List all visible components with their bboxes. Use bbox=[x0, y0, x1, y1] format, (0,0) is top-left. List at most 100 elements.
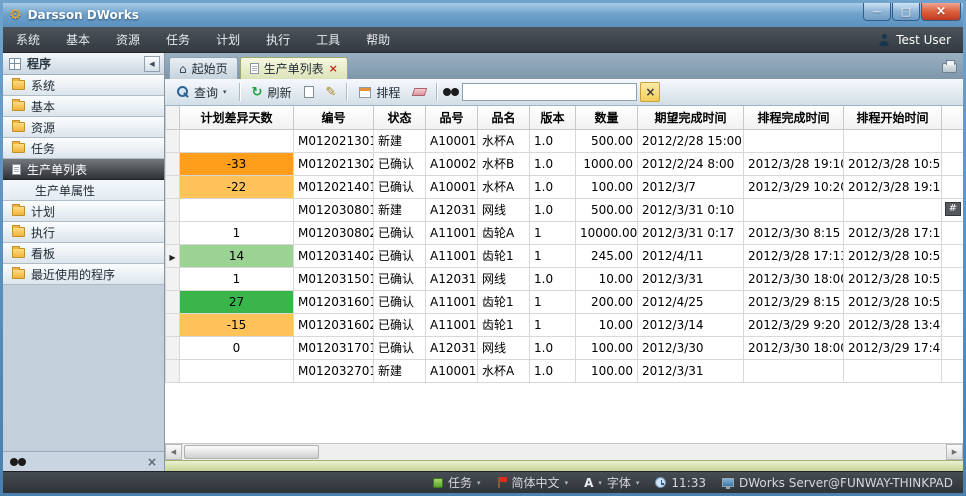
close-button[interactable] bbox=[921, 3, 961, 21]
row-selector[interactable] bbox=[166, 198, 180, 221]
menu-item[interactable]: 任务 bbox=[153, 27, 203, 53]
row-selector[interactable] bbox=[166, 359, 180, 382]
table-row[interactable]: -22M012021401已确认A10001水杯A1.0100.002012/3… bbox=[166, 175, 964, 198]
horizontal-scrollbar[interactable] bbox=[165, 443, 963, 460]
column-header[interactable]: 品名 bbox=[478, 106, 530, 129]
sidebar-item[interactable]: 系统 bbox=[3, 75, 164, 96]
column-header[interactable]: 排程开始时间 bbox=[844, 106, 942, 129]
menu-item[interactable]: 计划 bbox=[203, 27, 253, 53]
query-button[interactable]: 查询 bbox=[171, 81, 233, 104]
table-row[interactable]: M012030801新建A12031网线1.0500.002012/3/31 0… bbox=[166, 198, 964, 221]
sidebar-item[interactable]: 执行 bbox=[3, 222, 164, 243]
scrollbar-track[interactable] bbox=[182, 444, 946, 460]
find-icon[interactable] bbox=[10, 457, 26, 467]
table-row[interactable]: 1M012031501已确认A12031网线1.010.002012/3/312… bbox=[166, 267, 964, 290]
cell: M012030801 bbox=[294, 198, 374, 221]
collapse-sidebar-button[interactable] bbox=[144, 56, 160, 72]
tab[interactable]: 起始页 bbox=[169, 57, 238, 79]
refresh-button[interactable]: 刷新 bbox=[246, 81, 298, 104]
edit-button[interactable] bbox=[321, 83, 340, 102]
title-bar[interactable]: Darsson DWorks bbox=[3, 3, 963, 27]
table-row[interactable]: 14M012031402已确认A11001齿轮11245.002012/4/11… bbox=[166, 244, 964, 267]
sidebar-item[interactable]: 基本 bbox=[3, 96, 164, 117]
table-row[interactable]: -15M012031602已确认A11001齿轮1110.002012/3/14… bbox=[166, 313, 964, 336]
clear-search-button[interactable] bbox=[640, 82, 660, 102]
row-selector[interactable] bbox=[166, 221, 180, 244]
status-time[interactable]: 11:33 bbox=[655, 476, 706, 490]
minimize-button[interactable] bbox=[863, 3, 891, 21]
cell: M012031601 bbox=[294, 290, 374, 313]
search-input[interactable] bbox=[462, 83, 637, 101]
maximize-button[interactable] bbox=[892, 3, 920, 21]
menu-item[interactable]: 资源 bbox=[103, 27, 153, 53]
status-language[interactable]: 简体中文 bbox=[497, 474, 569, 491]
status-server[interactable]: DWorks Server@FUNWAY-THINKPAD bbox=[722, 476, 953, 490]
user-menu[interactable]: Test User bbox=[878, 33, 963, 47]
row-selector[interactable] bbox=[166, 129, 180, 152]
sidebar-item[interactable]: 生产单列表 bbox=[3, 159, 164, 180]
column-header[interactable]: 期望完成时间 bbox=[638, 106, 744, 129]
table-row[interactable]: M012021301新建A10001水杯A1.0500.002012/2/28 … bbox=[166, 129, 964, 152]
sidebar-header[interactable]: 程序 bbox=[3, 53, 164, 75]
status-task[interactable]: 任务 bbox=[433, 474, 481, 491]
menu-item[interactable]: 执行 bbox=[253, 27, 303, 53]
sidebar-item[interactable]: 资源 bbox=[3, 117, 164, 138]
column-header[interactable]: 编号 bbox=[294, 106, 374, 129]
row-selector[interactable] bbox=[166, 290, 180, 313]
new-record-button[interactable] bbox=[300, 83, 318, 101]
tab-label: 起始页 bbox=[192, 60, 228, 77]
query-label: 查询 bbox=[194, 84, 218, 101]
sidebar-spacer bbox=[3, 285, 164, 451]
cell: 2012/3/30 8:15 bbox=[744, 221, 844, 244]
table-row[interactable]: 27M012031601已确认A11001齿轮11200.002012/4/25… bbox=[166, 290, 964, 313]
scroll-right-button[interactable] bbox=[946, 444, 963, 460]
column-header[interactable]: 品号 bbox=[426, 106, 478, 129]
menu-item[interactable]: 工具 bbox=[303, 27, 353, 53]
menu-item[interactable]: 帮助 bbox=[353, 27, 403, 53]
sidebar-item[interactable]: 任务 bbox=[3, 138, 164, 159]
sidebar-item[interactable]: 看板 bbox=[3, 243, 164, 264]
sidebar-item[interactable]: 计划 bbox=[3, 201, 164, 222]
status-font[interactable]: A 字体 bbox=[584, 474, 639, 491]
cell: 网线 bbox=[478, 198, 530, 221]
row-selector[interactable] bbox=[166, 267, 180, 290]
diff-cell: 27 bbox=[180, 290, 294, 313]
chevron-down-icon bbox=[636, 479, 640, 487]
row-selector[interactable] bbox=[166, 175, 180, 198]
close-icon[interactable] bbox=[147, 456, 157, 468]
sidebar-item[interactable]: 最近使用的程序 bbox=[3, 264, 164, 285]
cell bbox=[744, 129, 844, 152]
column-header[interactable]: 数量 bbox=[576, 106, 638, 129]
row-selector[interactable] bbox=[166, 244, 180, 267]
close-tab-icon[interactable] bbox=[329, 63, 338, 74]
table-row[interactable]: -33M012021302已确认A10002水杯B1.01000.002012/… bbox=[166, 152, 964, 175]
menu-item[interactable]: 基本 bbox=[53, 27, 103, 53]
printer-icon[interactable] bbox=[942, 63, 957, 73]
table-row[interactable]: 1M012030802已确认A11001齿轮A110000.002012/3/3… bbox=[166, 221, 964, 244]
row-selector[interactable] bbox=[166, 152, 180, 175]
column-header[interactable]: 版本 bbox=[530, 106, 576, 129]
schedule-button[interactable]: 排程 bbox=[353, 81, 406, 104]
column-header[interactable]: 排程完成时间 bbox=[744, 106, 844, 129]
cell: 已确认 bbox=[374, 336, 426, 359]
scrollbar-thumb[interactable] bbox=[184, 445, 319, 459]
scroll-left-button[interactable] bbox=[165, 444, 182, 460]
row-selector[interactable] bbox=[166, 336, 180, 359]
cell: M012032701 bbox=[294, 359, 374, 382]
tab[interactable]: 生产单列表 bbox=[240, 57, 348, 79]
cell: 已确认 bbox=[374, 244, 426, 267]
column-header[interactable]: 占 bbox=[942, 106, 964, 129]
menu-item[interactable]: 系统 bbox=[3, 27, 53, 53]
clear-button[interactable] bbox=[409, 85, 430, 99]
task-icon bbox=[433, 478, 443, 488]
cell: M012021301 bbox=[294, 129, 374, 152]
sidebar-item[interactable]: 生产单属性 bbox=[3, 180, 164, 201]
cell: 2012/3/28 19:10 bbox=[844, 175, 942, 198]
row-selector[interactable] bbox=[166, 313, 180, 336]
sidebar-item-label: 资源 bbox=[31, 119, 55, 136]
column-header[interactable]: 计划差异天数 bbox=[180, 106, 294, 129]
table-row[interactable]: M012032701新建A10001水杯A1.0100.002012/3/31 bbox=[166, 359, 964, 382]
column-header[interactable]: 状态 bbox=[374, 106, 426, 129]
eraser-icon bbox=[412, 88, 428, 96]
table-row[interactable]: 0M012031701已确认A12031网线1.0100.002012/3/30… bbox=[166, 336, 964, 359]
